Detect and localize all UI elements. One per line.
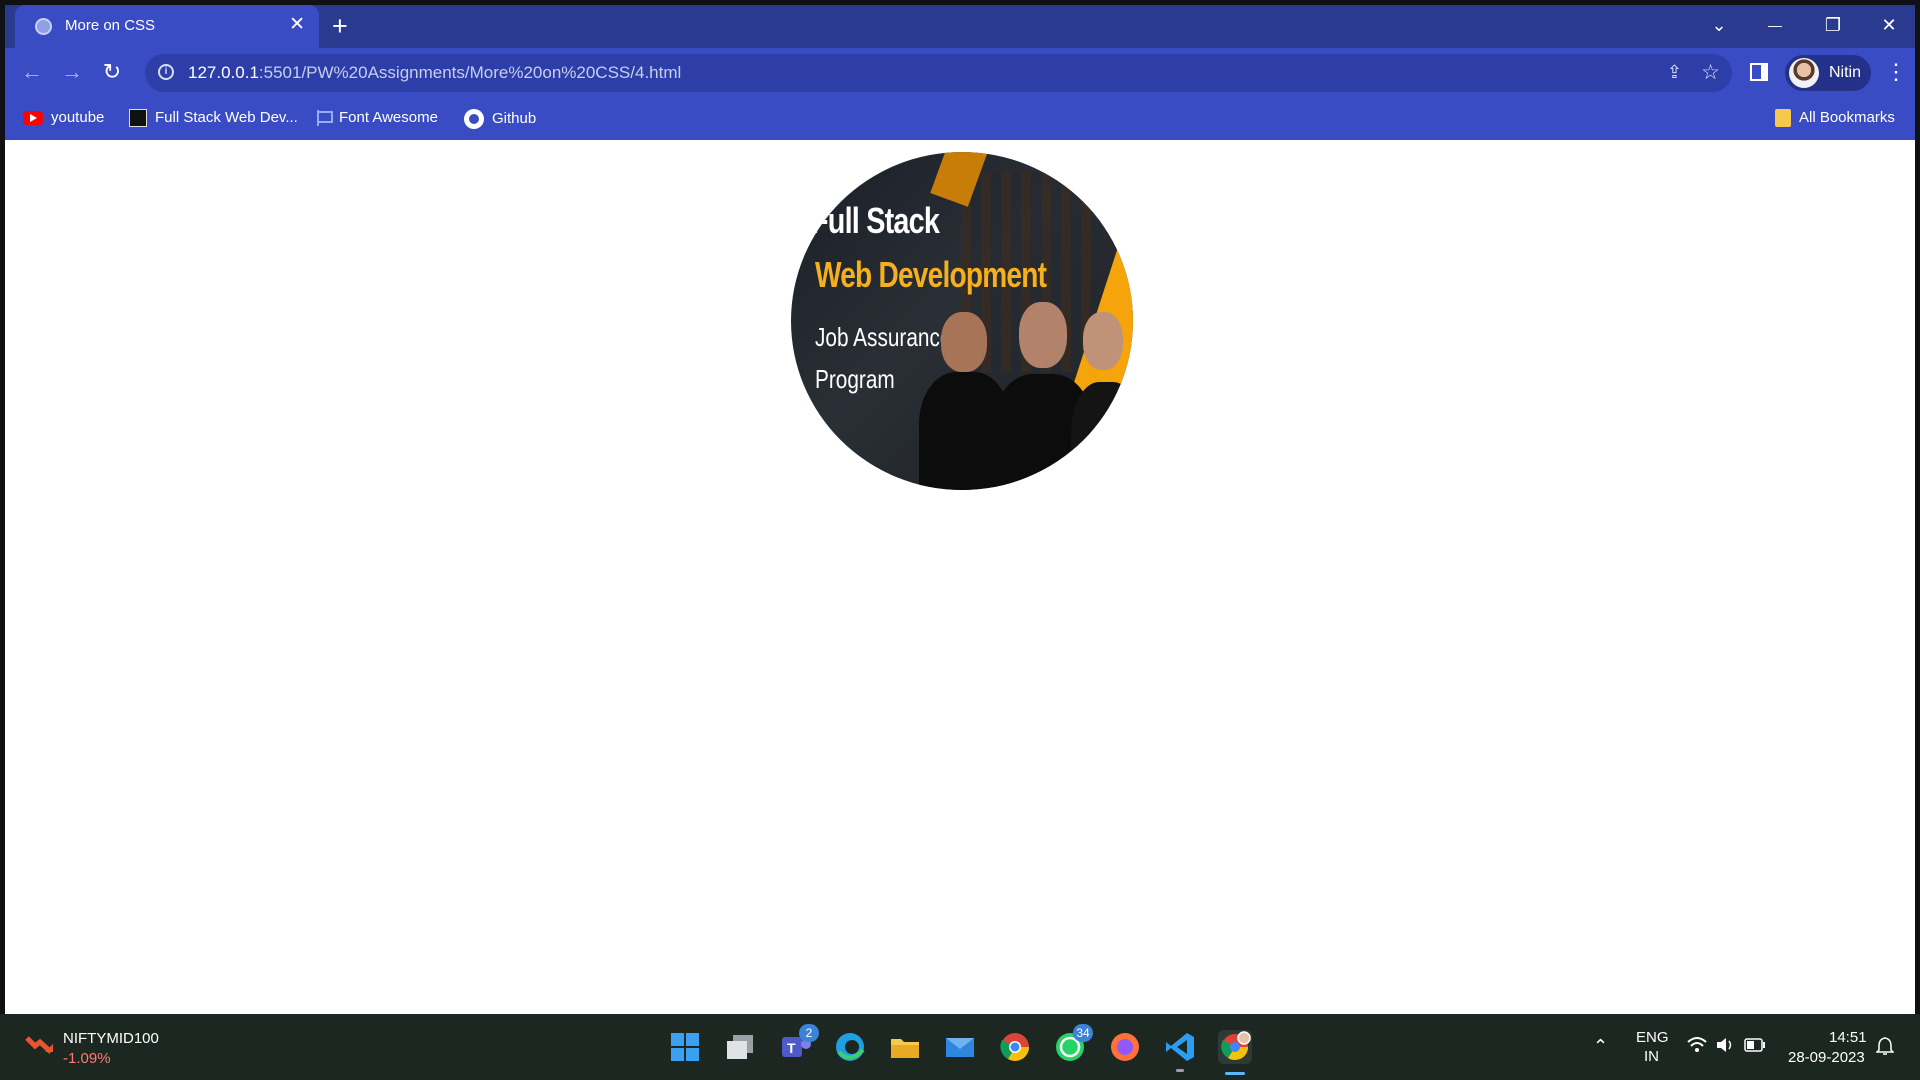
bookmarks-bar: youtube Full Stack Web Dev... Font Aweso… <box>5 98 1915 140</box>
url-text[interactable]: 127.0.0.1:5501/PW%20Assignments/More%20o… <box>188 63 681 83</box>
mail-icon <box>946 1038 974 1057</box>
banner-title-line1: Full Stack <box>811 200 940 241</box>
stock-name: NIFTYMID100 <box>63 1030 159 1047</box>
page-viewport: Full Stack Web Development Job Assurance… <box>5 140 1915 1014</box>
wifi-icon[interactable] <box>1686 1036 1708 1054</box>
vscode-icon <box>1166 1033 1194 1061</box>
chrome-profile-icon <box>1221 1031 1251 1061</box>
github-icon <box>464 109 484 129</box>
tab-title: More on CSS <box>65 17 156 34</box>
profile-name: Nitin <box>1829 64 1862 81</box>
bookmark-youtube[interactable]: youtube <box>23 109 104 126</box>
running-app-indicator <box>1176 1069 1184 1072</box>
tab-close-icon[interactable]: ✕ <box>289 14 305 36</box>
kebab-menu-icon[interactable]: ⋮ <box>1885 60 1907 84</box>
language-bottom[interactable]: IN <box>1644 1048 1659 1065</box>
youtube-icon <box>23 111 43 126</box>
clock-date[interactable]: 28-09-2023 <box>1788 1049 1865 1066</box>
desktop-frame: More on CSS ✕ + ⌄ — ❐ ✕ ← → ↻ i 127.0.0.… <box>0 0 1920 1080</box>
avatar <box>1789 58 1819 88</box>
course-banner-image: Full Stack Web Development Job Assurance… <box>791 152 1133 490</box>
clock-time[interactable]: 14:51 <box>1829 1029 1867 1046</box>
browser-titlebar: More on CSS ✕ + ⌄ — ❐ ✕ <box>5 5 1915 48</box>
instructor-head-1 <box>941 312 987 372</box>
start-button[interactable] <box>668 1030 702 1064</box>
tab-search-icon[interactable]: ⌄ <box>1705 13 1733 37</box>
show-hidden-icons-chevron-icon[interactable]: ⌃ <box>1593 1036 1608 1057</box>
instructor-figure-3 <box>1071 382 1133 490</box>
bookmark-star-icon[interactable]: ☆ <box>1701 60 1720 85</box>
back-arrow-icon[interactable]: ← <box>18 60 46 84</box>
folder-icon <box>1775 109 1791 128</box>
restore-button[interactable]: ❐ <box>1819 13 1847 37</box>
file-explorer-button[interactable] <box>888 1030 922 1064</box>
address-bar[interactable]: i 127.0.0.1:5501/PW%20Assignments/More%2… <box>145 54 1732 92</box>
language-top[interactable]: ENG <box>1636 1029 1669 1046</box>
stock-trend-icon <box>25 1036 53 1054</box>
firefox-button[interactable] <box>1108 1030 1142 1064</box>
volume-icon[interactable] <box>1715 1036 1735 1054</box>
share-icon[interactable]: ⇪ <box>1667 62 1682 83</box>
new-tab-button[interactable]: + <box>332 11 348 41</box>
forward-arrow-icon[interactable]: → <box>58 60 86 84</box>
bookmark-full-stack[interactable]: Full Stack Web Dev... <box>129 109 298 128</box>
folder-icon <box>891 1039 919 1058</box>
reload-icon[interactable]: ↻ <box>98 60 126 84</box>
chrome-profile-button[interactable] <box>1218 1030 1252 1075</box>
task-view-button[interactable] <box>723 1030 757 1064</box>
vscode-button[interactable] <box>1163 1030 1197 1064</box>
whatsapp-button[interactable]: 34 <box>1053 1024 1093 1064</box>
edge-button[interactable] <box>833 1030 867 1064</box>
svg-text:T: T <box>787 1040 796 1056</box>
chrome-icon <box>1000 1033 1029 1061</box>
pw-skills-icon <box>129 109 147 128</box>
edge-icon <box>836 1033 865 1061</box>
firefox-icon <box>1111 1033 1139 1061</box>
profile-button[interactable]: Nitin <box>1785 55 1871 91</box>
all-bookmarks-button[interactable]: All Bookmarks <box>1775 109 1895 128</box>
windows-logo-icon <box>671 1033 699 1061</box>
banner-subtitle-line1: Job Assurance <box>815 322 952 352</box>
side-panel-icon[interactable] <box>1750 63 1768 81</box>
notification-bell-icon[interactable] <box>1876 1036 1894 1056</box>
browser-toolbar: ← → ↻ i 127.0.0.1:5501/PW%20Assignments/… <box>5 48 1915 98</box>
site-info-icon[interactable]: i <box>158 64 174 80</box>
whatsapp-badge: 34 <box>1073 1024 1093 1042</box>
banner-title-line2: Web Development <box>815 254 1047 295</box>
battery-icon[interactable] <box>1744 1038 1766 1052</box>
mail-button[interactable] <box>943 1030 977 1064</box>
flag-icon <box>317 110 333 127</box>
globe-icon <box>35 18 52 35</box>
instructor-head-2 <box>1019 302 1067 368</box>
minimize-button[interactable]: — <box>1761 13 1789 37</box>
task-view-icon <box>727 1035 753 1059</box>
window-close-button[interactable]: ✕ <box>1875 13 1903 37</box>
chrome-button[interactable] <box>998 1030 1032 1064</box>
active-app-indicator <box>1225 1072 1245 1075</box>
banner-subtitle-line2: Program <box>815 364 895 394</box>
stock-change: -1.09% <box>63 1050 111 1067</box>
teams-badge: 2 <box>799 1024 819 1042</box>
bookmark-github[interactable]: Github <box>464 109 536 129</box>
teams-button[interactable]: T 2 <box>779 1024 819 1064</box>
instructor-head-3 <box>1083 312 1123 370</box>
bookmark-font-awesome[interactable]: Font Awesome <box>317 109 438 127</box>
windows-taskbar: NIFTYMID100 -1.09% T 2 34 ⌃ ENG IN 14:51… <box>0 1014 1920 1080</box>
tab-more-on-css[interactable]: More on CSS ✕ <box>15 5 319 48</box>
